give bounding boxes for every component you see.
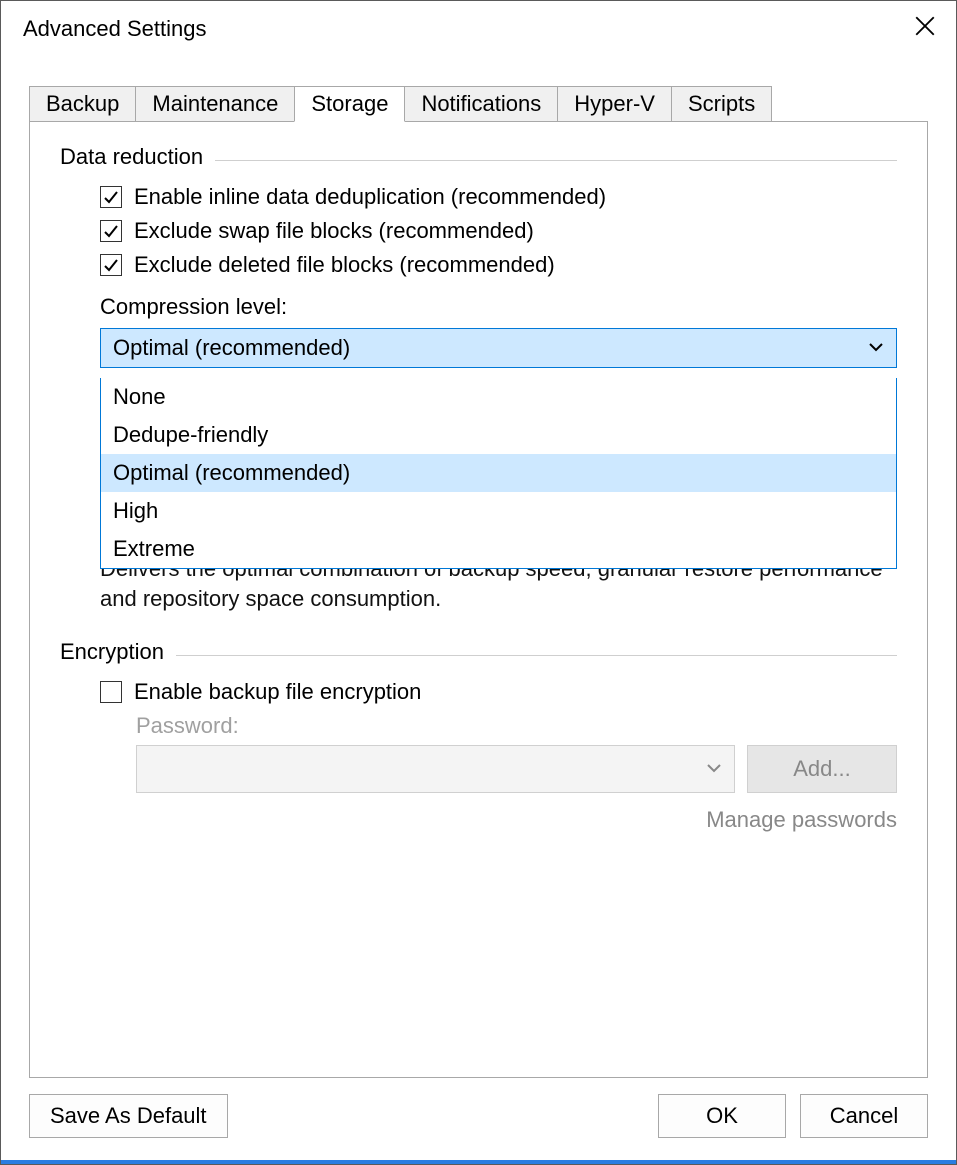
tab-notifications[interactable]: Notifications [404, 86, 558, 122]
cancel-button[interactable]: Cancel [800, 1094, 928, 1138]
checkbox-enable-dedup[interactable] [100, 186, 122, 208]
ok-button[interactable]: OK [658, 1094, 786, 1138]
tabs: Backup Maintenance Storage Notifications… [29, 85, 928, 121]
dropdown-option-dedupe[interactable]: Dedupe-friendly [101, 416, 896, 454]
dropdown-option-high[interactable]: High [101, 492, 896, 530]
close-button[interactable] [904, 8, 946, 50]
dropdown-option-optimal[interactable]: Optimal (recommended) [101, 454, 896, 492]
chevron-down-icon [868, 335, 884, 361]
checkbox-exclude-deleted[interactable] [100, 254, 122, 276]
titlebar: Advanced Settings [1, 1, 956, 57]
checkbox-label: Enable inline data deduplication (recomm… [134, 184, 606, 210]
chevron-down-icon [706, 756, 722, 782]
section-encryption: Encryption [60, 639, 897, 665]
tab-backup[interactable]: Backup [29, 86, 136, 122]
checkbox-exclude-swap[interactable] [100, 220, 122, 242]
compression-level-combo[interactable]: Optimal (recommended) [100, 328, 897, 368]
tab-scripts[interactable]: Scripts [671, 86, 772, 122]
dropdown-option-extreme[interactable]: Extreme [101, 530, 896, 568]
dropdown-option-none[interactable]: None [101, 378, 896, 416]
password-label: Password: [136, 713, 897, 739]
combo-value: Optimal (recommended) [113, 335, 350, 361]
dialog-buttons: Save As Default OK Cancel [1, 1078, 956, 1160]
checkbox-label: Exclude swap file blocks (recommended) [134, 218, 534, 244]
bottom-accent [1, 1160, 956, 1164]
add-password-button: Add... [747, 745, 897, 793]
close-icon [915, 16, 935, 42]
advanced-settings-dialog: Advanced Settings Backup Maintenance Sto… [0, 0, 957, 1165]
password-select [136, 745, 735, 793]
compression-level-label: Compression level: [100, 294, 897, 320]
compression-level-dropdown[interactable]: None Dedupe-friendly Optimal (recommende… [100, 378, 897, 569]
tab-panel-storage: Data reduction Enable inline data dedupl… [29, 121, 928, 1078]
section-label: Encryption [60, 639, 164, 665]
section-label: Data reduction [60, 144, 203, 170]
tab-storage[interactable]: Storage [294, 86, 405, 122]
dialog-title: Advanced Settings [23, 16, 206, 42]
save-as-default-button[interactable]: Save As Default [29, 1094, 228, 1138]
checkbox-label: Enable backup file encryption [134, 679, 421, 705]
checkbox-label: Exclude deleted file blocks (recommended… [134, 252, 555, 278]
tab-maintenance[interactable]: Maintenance [135, 86, 295, 122]
section-data-reduction: Data reduction [60, 144, 897, 170]
tab-hyperv[interactable]: Hyper-V [557, 86, 672, 122]
checkbox-enable-encryption[interactable] [100, 681, 122, 703]
manage-passwords-link: Manage passwords [136, 807, 897, 833]
divider [176, 655, 897, 656]
divider [215, 160, 897, 161]
